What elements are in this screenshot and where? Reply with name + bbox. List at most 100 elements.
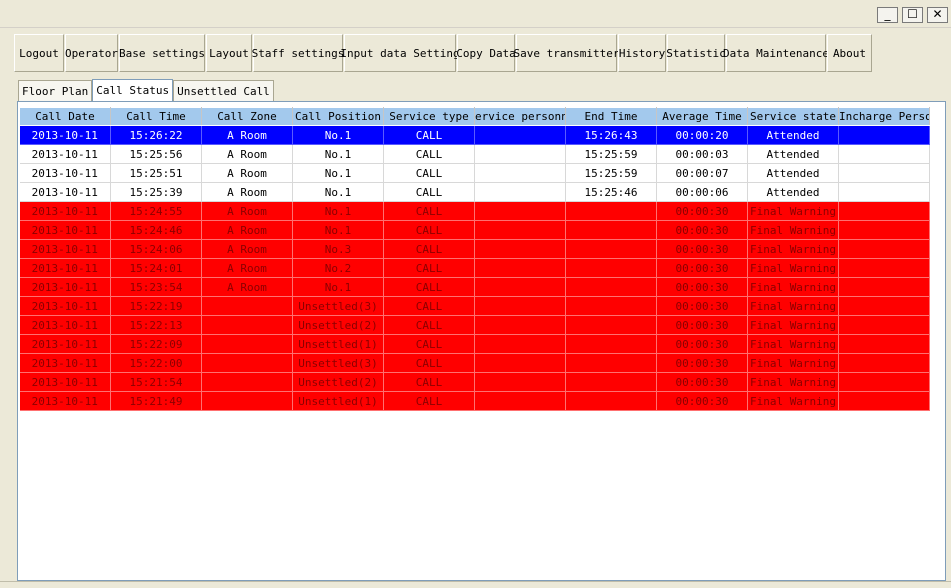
- table-cell: [838, 277, 930, 297]
- call-status-table: Call Date Call Time Call Zone Call Position…: [19, 107, 930, 411]
- table-cell: A Room: [201, 163, 293, 183]
- history-button[interactable]: History: [618, 34, 666, 72]
- table-cell: [201, 353, 293, 373]
- table-cell: Attended: [747, 182, 839, 202]
- table-cell: [201, 391, 293, 411]
- table-cell: [838, 182, 930, 202]
- table-cell: Unsettled(2): [292, 372, 384, 392]
- table-cell: Unsettled(3): [292, 296, 384, 316]
- table-cell: [474, 201, 566, 221]
- table-row[interactable]: 2013-10-11 15:21:49 Unsettled(1) CALL 00:00:…: [19, 391, 930, 411]
- layout-button[interactable]: Layout: [206, 34, 252, 72]
- table-cell: [838, 220, 930, 240]
- table-cell: 2013-10-11: [19, 277, 111, 297]
- table-row[interactable]: 2013-10-11 15:25:56 A Room No.1 CALL 15:25:59…: [19, 144, 930, 164]
- tab-unsettled-call[interactable]: Unsettled Call: [173, 80, 274, 101]
- table-cell: Final Warning: [747, 353, 839, 373]
- table-cell: CALL: [383, 315, 475, 335]
- table-cell: 2013-10-11: [19, 334, 111, 354]
- table-cell: [838, 144, 930, 164]
- table-cell: 2013-10-11: [19, 391, 111, 411]
- tab-floor-plan[interactable]: Floor Plan: [18, 80, 93, 101]
- table-cell: 00:00:07: [656, 163, 748, 183]
- table-cell: [838, 372, 930, 392]
- table-cell: [565, 296, 657, 316]
- column-header[interactable]: Service state: [747, 107, 839, 126]
- table-cell: 00:00:30: [656, 391, 748, 411]
- table-cell: 00:00:30: [656, 372, 748, 392]
- main-toolbar: Logout Operator Base settings Layout Staff s…: [14, 34, 873, 72]
- table-cell: 15:25:59: [565, 144, 657, 164]
- table-cell: 2013-10-11: [19, 315, 111, 335]
- operator-button[interactable]: Operator: [65, 34, 118, 72]
- table-cell: No.1: [292, 220, 384, 240]
- call-status-panel: Call Date Call Time Call Zone Call Position…: [17, 101, 946, 581]
- table-row[interactable]: 2013-10-11 15:26:22 A Room No.1 CALL 15:26:43…: [19, 125, 930, 145]
- statistic-button[interactable]: Statistic: [666, 34, 726, 72]
- table-row[interactable]: 2013-10-11 15:21:54 Unsettled(2) CALL 00:00:…: [19, 372, 930, 392]
- table-cell: [565, 258, 657, 278]
- table-row[interactable]: 2013-10-11 15:25:51 A Room No.1 CALL 15:25:59…: [19, 163, 930, 183]
- table-cell: 00:00:03: [656, 144, 748, 164]
- table-cell: [474, 296, 566, 316]
- table-cell: [838, 315, 930, 335]
- column-header[interactable]: Incharge Person: [838, 107, 930, 126]
- table-row[interactable]: 2013-10-11 15:25:39 A Room No.1 CALL 15:25:46…: [19, 182, 930, 202]
- table-cell: 15:25:59: [565, 163, 657, 183]
- data-maintenance-button[interactable]: Data Maintenance: [723, 34, 829, 72]
- table-row[interactable]: 2013-10-11 15:24:55 A Room No.1 CALL 00:00:30…: [19, 201, 930, 221]
- table-cell: [838, 258, 930, 278]
- table-cell: 15:26:22: [110, 125, 202, 145]
- base-settings-button[interactable]: Base settings: [119, 34, 205, 72]
- table-cell: No.1: [292, 201, 384, 221]
- minimize-button[interactable]: _: [877, 7, 898, 23]
- table-cell: [565, 372, 657, 392]
- table-cell: 00:00:30: [656, 296, 748, 316]
- column-header[interactable]: Call Time: [110, 107, 202, 126]
- column-header[interactable]: ervice personne: [474, 107, 566, 126]
- table-cell: Unsettled(1): [292, 391, 384, 411]
- table-cell: 00:00:06: [656, 182, 748, 202]
- save-transmitter-button[interactable]: Save transmitter: [514, 34, 619, 72]
- column-header[interactable]: Call Position: [292, 107, 384, 126]
- table-row[interactable]: 2013-10-11 15:24:01 A Room No.2 CALL 00:00:30…: [19, 258, 930, 278]
- column-header[interactable]: End Time: [565, 107, 657, 126]
- tab-call-status[interactable]: Call Status: [92, 79, 174, 101]
- table-cell: 15:22:13: [110, 315, 202, 335]
- table-cell: A Room: [201, 239, 293, 259]
- column-header[interactable]: Call Date: [19, 107, 111, 126]
- table-cell: 15:21:54: [110, 372, 202, 392]
- table-row[interactable]: 2013-10-11 15:24:46 A Room No.1 CALL 00:00:30…: [19, 220, 930, 240]
- table-cell: A Room: [201, 220, 293, 240]
- logout-button[interactable]: Logout: [14, 34, 64, 72]
- copy-data-button[interactable]: Copy Data: [456, 34, 516, 72]
- table-cell: 15:21:49: [110, 391, 202, 411]
- table-row[interactable]: 2013-10-11 15:22:00 Unsettled(3) CALL 00:00:…: [19, 353, 930, 373]
- table-cell: A Room: [201, 258, 293, 278]
- staff-settings-button[interactable]: Staff settings: [252, 34, 344, 72]
- maximize-button[interactable]: ☐: [902, 7, 923, 23]
- table-row[interactable]: 2013-10-11 15:24:06 A Room No.3 CALL 00:00:30…: [19, 239, 930, 259]
- table-cell: [565, 334, 657, 354]
- table-row[interactable]: 2013-10-11 15:22:13 Unsettled(2) CALL 00:00:…: [19, 315, 930, 335]
- column-header[interactable]: Call Zone: [201, 107, 293, 126]
- about-button[interactable]: About: [827, 34, 872, 72]
- table-cell: [838, 296, 930, 316]
- column-header[interactable]: Average Time: [656, 107, 748, 126]
- table-row[interactable]: 2013-10-11 15:23:54 A Room No.1 CALL 00:00:30…: [19, 277, 930, 297]
- table-row[interactable]: 2013-10-11 15:22:09 Unsettled(1) CALL 00:00:…: [19, 334, 930, 354]
- table-cell: 15:24:01: [110, 258, 202, 278]
- input-data-setting-button[interactable]: Input data Setting: [340, 34, 460, 72]
- table-cell: [474, 163, 566, 183]
- table-cell: 15:24:46: [110, 220, 202, 240]
- table-cell: [565, 239, 657, 259]
- table-cell: 2013-10-11: [19, 144, 111, 164]
- column-header[interactable]: Service type: [383, 107, 475, 126]
- table-cell: 15:22:09: [110, 334, 202, 354]
- table-cell: [565, 315, 657, 335]
- close-button[interactable]: ✕: [927, 7, 948, 23]
- table-cell: Attended: [747, 125, 839, 145]
- table-cell: CALL: [383, 201, 475, 221]
- table-row[interactable]: 2013-10-11 15:22:19 Unsettled(3) CALL 00:00:…: [19, 296, 930, 316]
- table-cell: [201, 296, 293, 316]
